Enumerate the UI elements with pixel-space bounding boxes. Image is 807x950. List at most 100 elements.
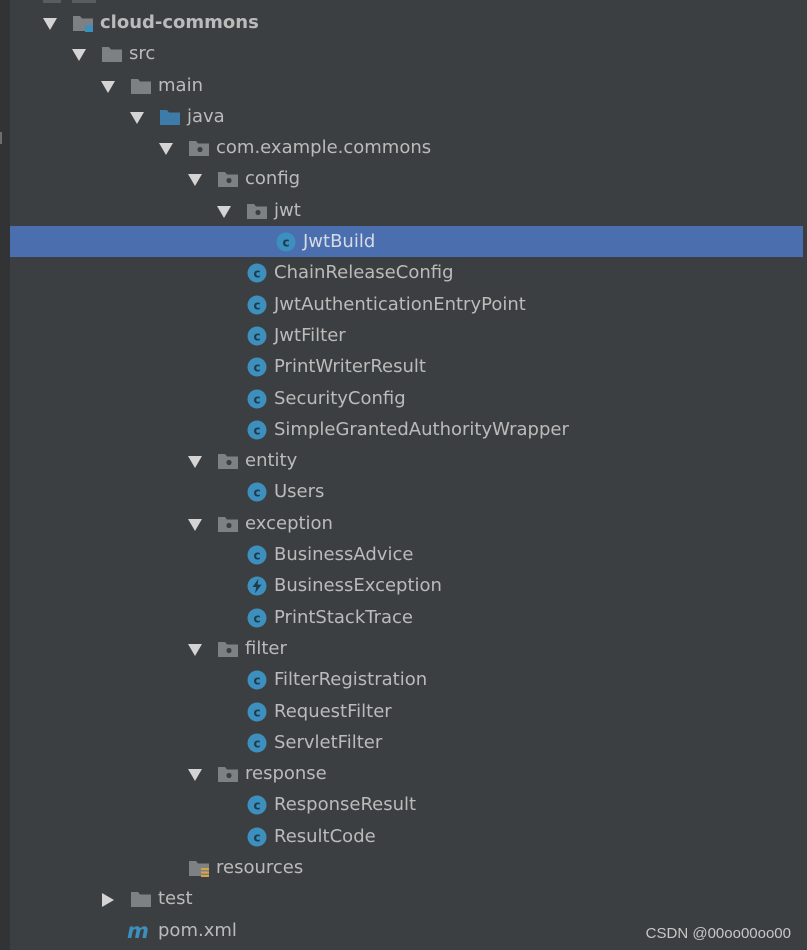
class-icon: c xyxy=(245,607,269,629)
svg-text:c: c xyxy=(282,236,289,250)
folder-icon xyxy=(100,43,124,65)
tree-node-config[interactable]: config xyxy=(10,163,803,194)
tree-node-chainreleaseconfig[interactable]: c ChainReleaseConfig xyxy=(10,257,803,288)
expand-arrow-icon[interactable] xyxy=(187,517,203,531)
svg-text:c: c xyxy=(253,361,260,375)
class-icon: c xyxy=(245,419,269,441)
tree-node-businessexception[interactable]: BusinessException xyxy=(10,570,803,601)
expand-arrow-icon[interactable] xyxy=(216,204,232,218)
package-icon xyxy=(216,638,240,660)
tree-node-printstacktrace[interactable]: c PrintStackTrace xyxy=(10,602,803,633)
tree-node-test[interactable]: test xyxy=(10,883,803,914)
clipped-row-remnant xyxy=(43,0,61,3)
package-icon xyxy=(245,200,269,222)
svg-text:c: c xyxy=(253,486,260,500)
package-icon xyxy=(216,763,240,785)
folder-icon xyxy=(129,888,153,910)
expand-arrow-icon[interactable] xyxy=(187,454,203,469)
tree-node-java[interactable]: java xyxy=(10,101,803,132)
tree-node-jwtfilter[interactable]: c JwtFilter xyxy=(10,320,803,351)
tree-node-requestfilter[interactable]: c RequestFilter xyxy=(10,696,803,727)
package-icon xyxy=(216,450,240,472)
svg-text:c: c xyxy=(253,423,260,437)
tree-node-label: resources xyxy=(216,857,304,879)
class-icon: c xyxy=(245,544,269,566)
class-icon: c xyxy=(245,262,269,284)
tree-node-label: RequestFilter xyxy=(274,700,392,722)
left-gutter xyxy=(0,0,10,950)
source-folder-icon xyxy=(158,106,182,128)
svg-text:c: c xyxy=(253,611,260,625)
class-icon: c xyxy=(245,826,269,848)
tree-node-label: test xyxy=(158,888,193,910)
tree-node-securityconfig[interactable]: c SecurityConfig xyxy=(10,383,803,414)
tree-node-filterregistration[interactable]: c FilterRegistration xyxy=(10,664,803,695)
tree-node-label: com.example.commons xyxy=(216,137,432,159)
expand-arrow-icon[interactable] xyxy=(158,141,174,156)
tree-node-label: JwtAuthenticationEntryPoint xyxy=(274,293,526,315)
class-icon: c xyxy=(245,794,269,816)
expand-arrow-icon[interactable] xyxy=(187,172,203,187)
expand-arrow-icon[interactable] xyxy=(187,767,203,782)
class-icon: c xyxy=(245,356,269,378)
svg-text:c: c xyxy=(253,392,260,406)
tree-node-resources[interactable]: resources xyxy=(10,852,803,883)
tree-node-simplegrantedauthoritywrapper[interactable]: c SimpleGrantedAuthorityWrapper xyxy=(10,414,803,445)
tree-node-jwtbuild[interactable]: c JwtBuild xyxy=(10,226,803,258)
expand-arrow-icon[interactable] xyxy=(187,642,203,656)
expand-arrow-icon[interactable] xyxy=(129,110,145,124)
package-icon xyxy=(187,137,211,159)
tree-node-jwtauthenticationentrypoint[interactable]: c JwtAuthenticationEntryPoint xyxy=(10,289,803,320)
tree-node-label: BusinessAdvice xyxy=(274,544,414,566)
tree-node-label: PrintWriterResult xyxy=(274,356,426,378)
svg-text:c: c xyxy=(253,329,260,343)
tree-node-users[interactable]: c Users xyxy=(10,476,803,507)
package-icon xyxy=(216,513,240,535)
svg-text:c: c xyxy=(253,298,260,312)
tree-node-label: cloud-commons xyxy=(100,12,259,33)
tree-node-entity[interactable]: entity xyxy=(10,445,803,476)
tree-node-label: JwtFilter xyxy=(274,324,346,346)
svg-text:c: c xyxy=(253,736,260,750)
expand-arrow-icon[interactable] xyxy=(42,16,58,30)
tree-node-jwt[interactable]: jwt xyxy=(10,195,803,226)
tree-node-businessadvice[interactable]: c BusinessAdvice xyxy=(10,539,803,570)
project-tree[interactable]: cloud-commons src main java com.example.… xyxy=(10,7,803,946)
tree-node-label: exception xyxy=(245,512,333,534)
tree-node-label: ResultCode xyxy=(274,825,376,847)
tree-node-label: PrintStackTrace xyxy=(274,606,413,628)
tree-node-cloud-commons[interactable]: cloud-commons xyxy=(10,7,803,38)
tree-node-responseresult[interactable]: c ResponseResult xyxy=(10,789,803,820)
exception-class-icon xyxy=(245,575,269,597)
tree-node-exception[interactable]: exception xyxy=(10,508,803,539)
class-icon: c xyxy=(274,231,298,253)
tree-node-resultcode[interactable]: c ResultCode xyxy=(10,821,803,852)
collapse-arrow-icon[interactable] xyxy=(100,892,116,908)
class-icon: c xyxy=(245,669,269,691)
svg-text:c: c xyxy=(253,705,260,719)
class-icon: c xyxy=(245,481,269,503)
svg-text:c: c xyxy=(253,549,260,563)
tree-node-label: config xyxy=(245,168,301,190)
expand-arrow-icon[interactable] xyxy=(71,47,87,62)
tree-node-label: ResponseResult xyxy=(274,794,417,816)
tree-node-servletfilter[interactable]: c ServletFilter xyxy=(10,727,803,758)
svg-text:c: c xyxy=(253,799,260,813)
tree-node-label: response xyxy=(245,763,327,785)
tree-node-label: src xyxy=(129,43,156,65)
maven-icon: m xyxy=(127,919,151,943)
svg-text:c: c xyxy=(253,674,260,688)
svg-text:m: m xyxy=(127,920,149,942)
resources-folder-icon xyxy=(187,857,211,879)
tree-node-src[interactable]: src xyxy=(10,38,803,69)
class-icon: c xyxy=(245,325,269,347)
class-icon: c xyxy=(245,294,269,316)
tree-node-com-example-commons[interactable]: com.example.commons xyxy=(10,132,803,163)
tree-node-main[interactable]: main xyxy=(10,70,803,101)
tree-node-response[interactable]: response xyxy=(10,758,803,789)
expand-arrow-icon[interactable] xyxy=(100,79,116,93)
tree-node-printwriterresult[interactable]: c PrintWriterResult xyxy=(10,351,803,382)
tree-node-label: entity xyxy=(245,450,298,472)
tree-node-filter[interactable]: filter xyxy=(10,633,803,664)
tree-node-label: filter xyxy=(245,637,287,659)
